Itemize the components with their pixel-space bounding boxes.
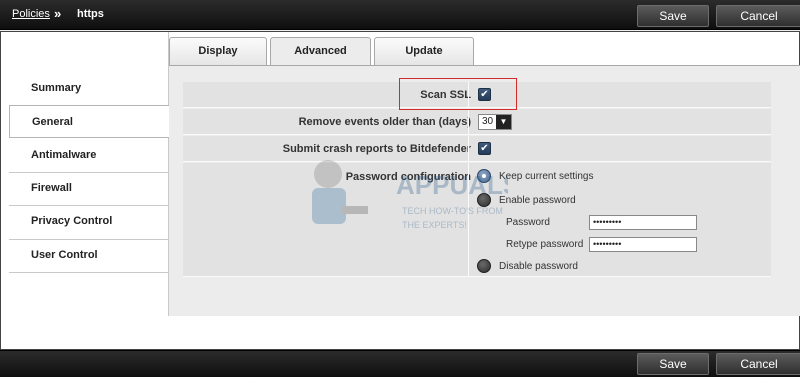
remove-events-select[interactable]: 30 ▼ — [478, 114, 512, 130]
tab-display[interactable]: Display — [169, 37, 267, 65]
advanced-settings-panel: Scan SSL ✔ Remove events older than (day… — [169, 65, 800, 316]
setting-row-scan-ssl: Scan SSL ✔ — [183, 82, 771, 108]
sidebar-item-summary[interactable]: Summary — [9, 72, 169, 105]
keep-current-settings-label: Keep current settings — [499, 171, 594, 182]
top-toolbar: Policies » https Save Cancel — [0, 0, 800, 30]
enable-password-label: Enable password — [499, 195, 576, 206]
keep-current-settings-radio[interactable] — [477, 169, 491, 183]
crash-reports-checkbox[interactable]: ✔ — [478, 142, 491, 155]
retype-password-field[interactable]: ••••••••• — [589, 237, 697, 252]
remove-events-label: Remove events older than (days) — [298, 116, 471, 128]
tab-advanced[interactable]: Advanced — [270, 37, 371, 66]
row-divider — [468, 136, 469, 161]
breadcrumb-separator: » — [54, 6, 62, 21]
policy-content: Summary General Antimalware Firewall Pri… — [0, 31, 800, 350]
setting-row-remove-events: Remove events older than (days) 30 ▼ — [183, 109, 771, 135]
row-divider — [468, 109, 469, 134]
setting-row-crash-reports: Submit crash reports to Bitdefender ✔ — [183, 136, 771, 162]
sidebar-item-user-control[interactable]: User Control — [9, 239, 169, 272]
chevron-down-icon: ▼ — [496, 115, 511, 129]
password-config-label: Password configuration — [345, 171, 471, 183]
setting-row-password-config: Password configuration Keep current sett… — [183, 163, 771, 277]
password-label: Password — [506, 217, 550, 228]
scan-ssl-label: Scan SSL — [420, 89, 471, 101]
sidebar-item-privacy-control[interactable]: Privacy Control — [9, 205, 169, 238]
tab-update[interactable]: Update — [374, 37, 474, 65]
enable-password-radio[interactable] — [477, 193, 491, 207]
crash-reports-label: Submit crash reports to Bitdefender — [282, 143, 471, 155]
remove-events-value: 30 — [482, 116, 494, 127]
sidebar-item-general[interactable]: General — [9, 105, 170, 138]
row-divider — [468, 82, 469, 107]
cancel-button-top[interactable]: Cancel — [716, 5, 800, 27]
cancel-button-bottom[interactable]: Cancel — [716, 353, 800, 375]
scan-ssl-checkbox[interactable]: ✔ — [478, 88, 491, 101]
sidebar-divider — [9, 272, 169, 273]
password-field[interactable]: ••••••••• — [589, 215, 697, 230]
save-button-bottom[interactable]: Save — [637, 353, 709, 375]
row-divider — [468, 163, 469, 276]
sidebar-item-firewall[interactable]: Firewall — [9, 172, 169, 205]
sidebar: Summary General Antimalware Firewall Pri… — [1, 32, 170, 316]
breadcrumb-policies-link[interactable]: Policies — [12, 8, 50, 20]
disable-password-radio[interactable] — [477, 259, 491, 273]
breadcrumb-current: https — [77, 8, 104, 20]
retype-password-label: Retype password — [506, 239, 584, 250]
save-button-top[interactable]: Save — [637, 5, 709, 27]
sidebar-item-antimalware[interactable]: Antimalware — [9, 139, 169, 172]
disable-password-label: Disable password — [499, 261, 578, 272]
bottom-toolbar: Save Cancel — [0, 350, 800, 377]
